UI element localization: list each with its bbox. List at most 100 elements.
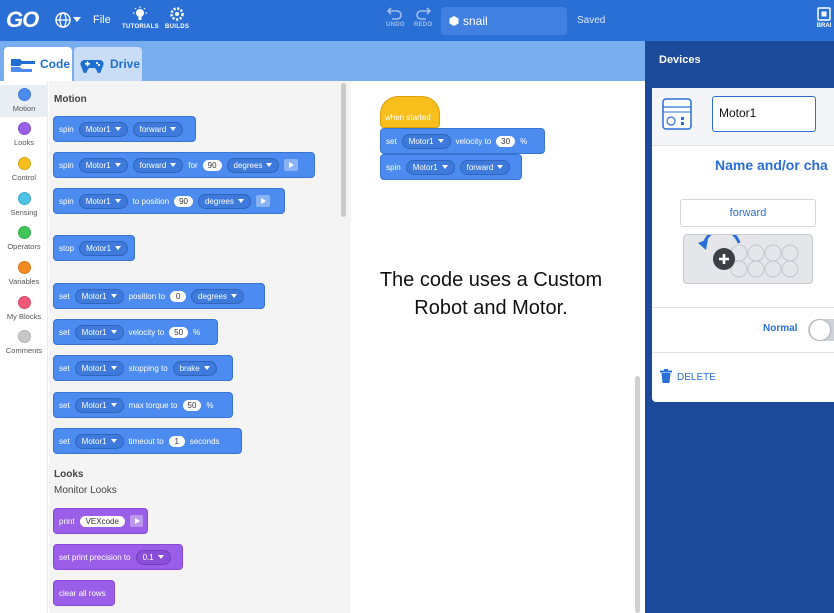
motor-dropdown[interactable]: Motor1 bbox=[74, 433, 124, 449]
stopping-mode-dropdown[interactable]: brake bbox=[172, 360, 217, 376]
category-label: My Blocks bbox=[6, 312, 42, 321]
amount-input[interactable]: 50 bbox=[169, 326, 189, 338]
motor-dropdown[interactable]: Motor1 bbox=[78, 193, 128, 209]
builds-button[interactable]: BUILDS bbox=[165, 6, 189, 30]
device-header: Motor1 bbox=[652, 88, 834, 146]
motor-dropdown[interactable]: Motor1 bbox=[78, 121, 128, 137]
motor-dropdown[interactable]: Motor1 bbox=[74, 397, 124, 413]
motor-dropdown[interactable]: Motor1 bbox=[74, 324, 124, 340]
direction-dropdown[interactable]: forward bbox=[132, 121, 184, 137]
stop-block[interactable]: stop Motor1 bbox=[53, 235, 135, 261]
trash-icon[interactable] bbox=[660, 369, 672, 383]
precision-dropdown[interactable]: 0.1 bbox=[135, 549, 171, 565]
redo-label: REDO bbox=[414, 22, 433, 28]
category-control[interactable]: Control bbox=[0, 157, 48, 182]
mode-section: Normal bbox=[652, 307, 834, 353]
category-my-blocks[interactable]: My Blocks bbox=[0, 296, 48, 321]
category-label: Variables bbox=[8, 277, 40, 286]
when-started-block[interactable]: when started bbox=[380, 96, 440, 128]
set-velocity-block[interactable]: set Motor1 velocity to 50 % bbox=[53, 319, 218, 345]
tutorials-button[interactable]: TUTORIALS bbox=[122, 6, 159, 30]
category-comments[interactable]: Comments bbox=[0, 330, 48, 355]
annotation-text: The code uses a Custom Robot and Motor. bbox=[351, 266, 631, 322]
category-looks[interactable]: Looks bbox=[0, 122, 48, 147]
print-block[interactable]: print VEXcode bbox=[53, 508, 148, 534]
vexcode-go-app: GO File TUTORIALS BUILDS UNDO REDO snail… bbox=[0, 0, 834, 613]
workspace-spin-block[interactable]: spin Motor1 forward bbox=[380, 154, 522, 180]
palette-scrollbar[interactable] bbox=[341, 83, 346, 217]
undo-button[interactable]: UNDO bbox=[386, 6, 405, 28]
workspace-set-velocity-block[interactable]: set Motor1 velocity to 30 % bbox=[380, 128, 545, 154]
motor-dropdown[interactable]: Motor1 bbox=[405, 159, 455, 175]
amount-input[interactable]: 50 bbox=[182, 399, 202, 411]
unit-text: seconds bbox=[189, 436, 220, 446]
redo-button[interactable]: REDO bbox=[414, 6, 433, 28]
spin-to-position-block[interactable]: spin Motor1 to position 90 degrees bbox=[53, 188, 285, 214]
amount-input[interactable]: 90 bbox=[174, 195, 193, 207]
play-icon bbox=[284, 159, 299, 171]
tab-drive[interactable]: Drive bbox=[74, 47, 142, 81]
motor-dropdown[interactable]: Motor1 bbox=[74, 288, 124, 304]
category-variables[interactable]: Variables bbox=[0, 261, 48, 286]
workspace-scrollbar[interactable] bbox=[635, 376, 640, 613]
looks-category-icon bbox=[17, 122, 31, 135]
motor-device-card: Motor1 Name and/or cha forward Normal DE… bbox=[652, 88, 834, 402]
block-text: set print precision to bbox=[59, 552, 131, 562]
direction-dropdown[interactable]: forward bbox=[459, 159, 511, 175]
my-blocks-category-icon bbox=[17, 296, 31, 309]
block-text: max torque to bbox=[128, 400, 178, 410]
clear-all-rows-block[interactable]: clear all rows bbox=[53, 580, 115, 606]
play-icon bbox=[129, 515, 143, 527]
block-text: spin bbox=[386, 162, 401, 172]
set-print-precision-block[interactable]: set print precision to 0.1 bbox=[53, 544, 183, 570]
brain-button[interactable]: BRAI bbox=[814, 7, 834, 29]
motor-dropdown[interactable]: Motor1 bbox=[401, 133, 451, 149]
block-text: set bbox=[59, 327, 70, 337]
block-text: set bbox=[59, 291, 70, 301]
file-menu[interactable]: File bbox=[93, 14, 111, 26]
amount-input[interactable]: 0 bbox=[170, 290, 187, 302]
undo-label: UNDO bbox=[386, 22, 405, 28]
amount-input[interactable]: 30 bbox=[496, 135, 516, 147]
language-chevron-down-icon[interactable] bbox=[73, 17, 81, 22]
motion-heading: Motion bbox=[54, 94, 87, 105]
amount-input[interactable]: 90 bbox=[202, 159, 222, 171]
project-name-field[interactable]: snail bbox=[441, 7, 567, 35]
globe-icon[interactable] bbox=[55, 12, 71, 28]
set-position-block[interactable]: set Motor1 position to 0 degrees bbox=[53, 283, 265, 309]
set-max-torque-block[interactable]: set Motor1 max torque to 50 % bbox=[53, 392, 233, 418]
motor-dropdown[interactable]: Motor1 bbox=[78, 157, 128, 173]
tab-code[interactable]: Code bbox=[4, 47, 72, 81]
motor-name-input[interactable]: Motor1 bbox=[712, 96, 816, 132]
block-text: for bbox=[188, 160, 198, 170]
mode-toggle[interactable] bbox=[808, 319, 834, 341]
tutorials-label: TUTORIALS bbox=[122, 24, 159, 30]
code-workspace[interactable]: when started set Motor1 velocity to 30 %… bbox=[351, 81, 645, 613]
direction-button[interactable]: forward bbox=[680, 199, 816, 227]
print-value-input[interactable]: VEXcode bbox=[79, 515, 125, 527]
set-stopping-block[interactable]: set Motor1 stopping to brake bbox=[53, 355, 233, 381]
unit-dropdown[interactable]: degrees bbox=[226, 157, 280, 173]
category-label: Motion bbox=[12, 104, 36, 113]
category-label: Comments bbox=[5, 346, 43, 355]
redo-icon bbox=[416, 7, 432, 20]
motor-dropdown[interactable]: Motor1 bbox=[74, 360, 124, 376]
unit-text: % bbox=[520, 136, 528, 146]
delete-button[interactable]: DELETE bbox=[677, 372, 716, 383]
category-sensing[interactable]: Sensing bbox=[0, 192, 48, 217]
category-operators[interactable]: Operators bbox=[0, 226, 48, 251]
spin-block[interactable]: spin Motor1 forward bbox=[53, 116, 196, 142]
category-motion[interactable]: Motion bbox=[0, 85, 48, 117]
unit-dropdown[interactable]: degrees bbox=[191, 288, 244, 304]
set-timeout-block[interactable]: set Motor1 timeout to 1 seconds bbox=[53, 428, 242, 454]
direction-dropdown[interactable]: forward bbox=[132, 157, 184, 173]
gamepad-icon bbox=[80, 60, 104, 73]
block-text: print bbox=[59, 516, 75, 526]
amount-input[interactable]: 1 bbox=[168, 435, 185, 447]
spin-for-block[interactable]: spin Motor1 forward for 90 degrees bbox=[53, 152, 315, 178]
tab-drive-label: Drive bbox=[110, 57, 141, 71]
gear-icon bbox=[170, 7, 184, 21]
block-text: when started bbox=[385, 113, 431, 122]
unit-dropdown[interactable]: degrees bbox=[197, 193, 251, 209]
motor-dropdown[interactable]: Motor1 bbox=[79, 240, 129, 256]
